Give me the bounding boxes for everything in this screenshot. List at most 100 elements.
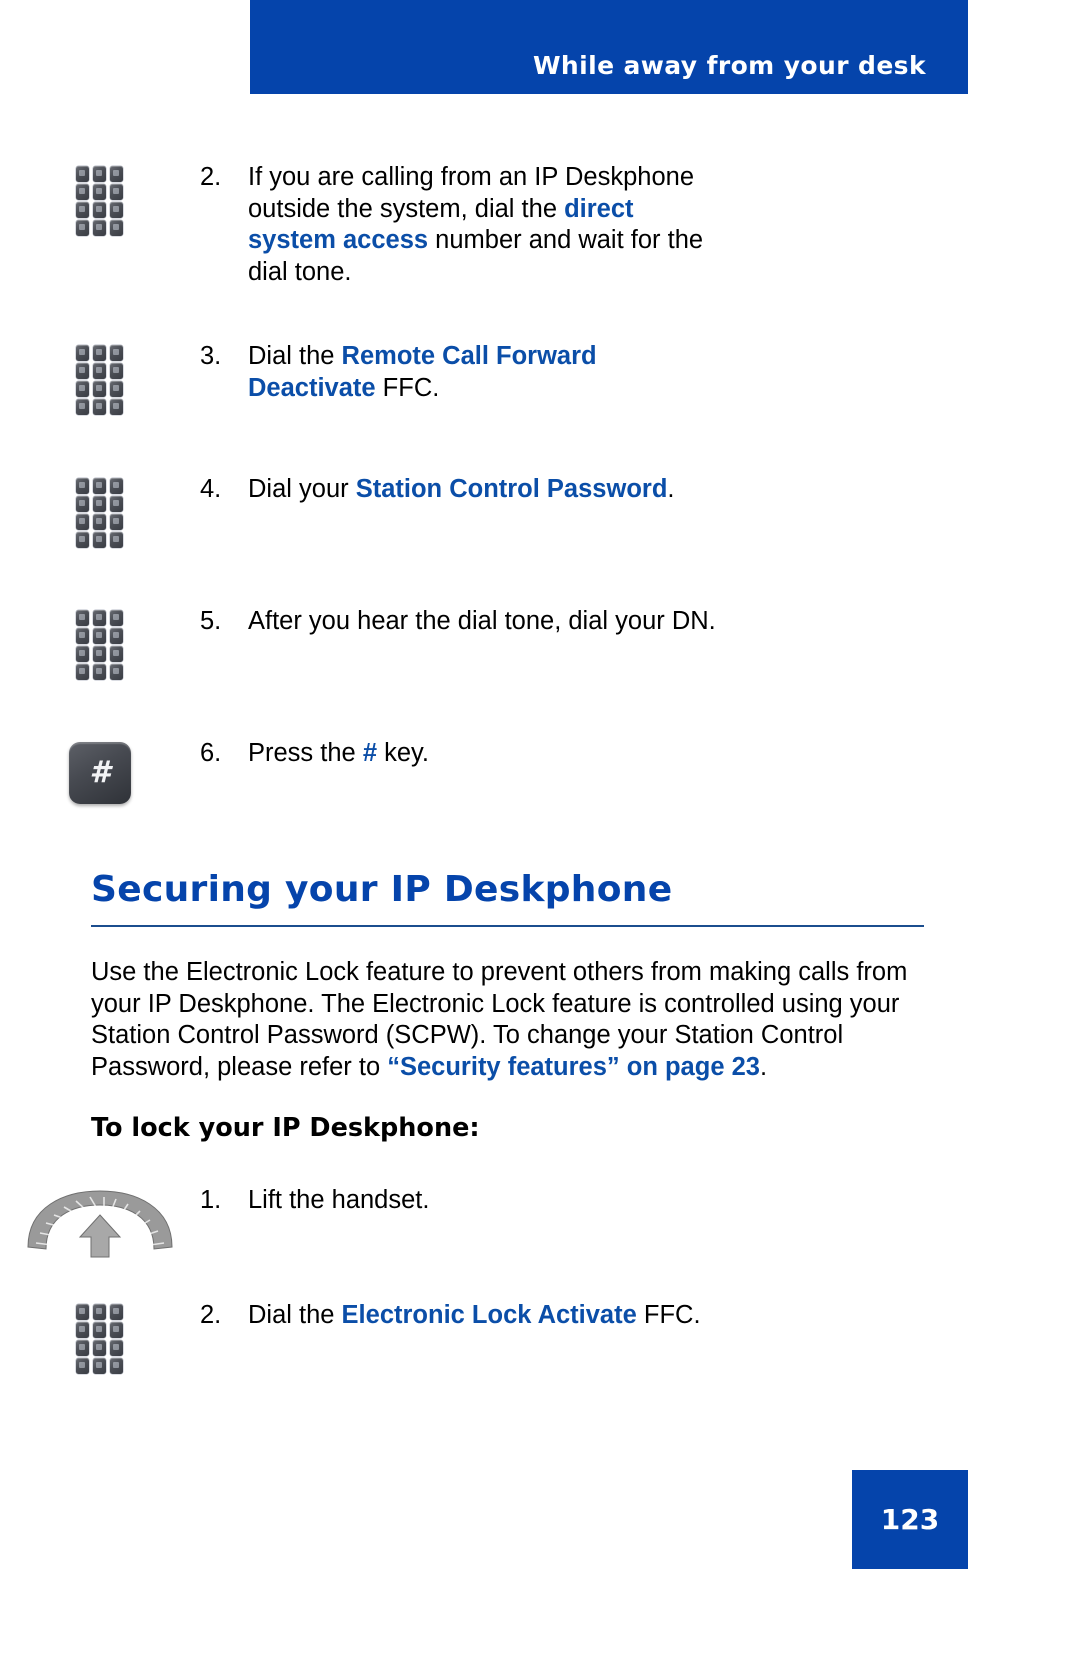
keypad-key xyxy=(92,664,106,680)
step-number: 4. xyxy=(200,475,222,503)
keypad-key xyxy=(92,628,106,644)
section-heading-rule xyxy=(91,925,924,927)
keypad-key xyxy=(109,628,123,644)
page-header-title: While away from your desk xyxy=(532,51,926,80)
step-icon-cell xyxy=(0,1185,200,1259)
keypad-key xyxy=(92,202,106,218)
step-body: Press the # key. xyxy=(248,738,429,770)
step-row: 2. Dial the Electronic Lock Activate FFC… xyxy=(0,1300,701,1374)
step-body: Lift the handset. xyxy=(248,1185,429,1217)
plain-text: Dial your xyxy=(248,475,356,503)
step-number: 5. xyxy=(200,607,222,635)
keypad-key xyxy=(109,610,123,626)
keypad-key xyxy=(109,1322,123,1338)
step-text-cell: 5. After you hear the dial tone, dial yo… xyxy=(200,606,716,638)
keypad-key xyxy=(109,646,123,662)
plain-text: Lift the handset. xyxy=(248,1186,430,1214)
highlighted-term: # xyxy=(362,739,377,767)
step-body: Dial your Station Control Password. xyxy=(248,474,675,506)
keypad-key xyxy=(92,1304,106,1320)
keypad-icon xyxy=(75,610,125,680)
step-icon-cell xyxy=(0,606,200,680)
keypad-key xyxy=(92,496,106,512)
keypad-key xyxy=(109,478,123,494)
keypad-key xyxy=(75,345,89,361)
plain-text: . xyxy=(759,1052,768,1081)
keypad-key xyxy=(109,399,123,415)
keypad-key xyxy=(75,1322,89,1338)
highlighted-term: Station Control Password xyxy=(355,475,668,503)
step-body: After you hear the dial tone, dial your … xyxy=(248,606,716,638)
keypad-key xyxy=(75,1340,89,1356)
step-icon-cell xyxy=(0,1300,200,1374)
section-paragraph: Use the Electronic Lock feature to preve… xyxy=(91,957,929,1083)
keypad-key xyxy=(92,514,106,530)
step-number: 6. xyxy=(200,739,222,767)
keypad-key xyxy=(75,399,89,415)
keypad-key xyxy=(109,1304,123,1320)
highlighted-term: Electronic Lock Activate xyxy=(341,1301,637,1329)
keypad-key xyxy=(109,202,123,218)
hash-key-glyph: # xyxy=(89,755,111,790)
step-row: 3. Dial the Remote Call Forward Deactiva… xyxy=(0,341,723,415)
keypad-key xyxy=(92,363,106,379)
page-header-banner: While away from your desk xyxy=(250,0,968,94)
step-number: 1. xyxy=(200,1186,222,1214)
keypad-key xyxy=(75,1358,89,1374)
section-heading: Securing your IP Deskphone xyxy=(91,868,924,912)
plain-text: Dial the xyxy=(248,1301,342,1329)
hash-key-icon: # xyxy=(69,742,131,804)
handset-icon xyxy=(27,1190,173,1258)
step-icon-cell: # xyxy=(0,738,200,804)
keypad-key xyxy=(92,610,106,626)
keypad-icon xyxy=(75,478,125,548)
keypad-key xyxy=(75,220,89,236)
step-row: # 6. Press the # key. xyxy=(0,738,429,804)
keypad-key xyxy=(92,532,106,548)
keypad-key xyxy=(109,220,123,236)
keypad-key xyxy=(109,363,123,379)
keypad-key xyxy=(109,496,123,512)
keypad-key xyxy=(92,399,106,415)
keypad-key xyxy=(109,166,123,182)
keypad-key xyxy=(92,345,106,361)
keypad-key xyxy=(75,610,89,626)
step-text-cell: 1. Lift the handset. xyxy=(200,1185,429,1217)
keypad-key xyxy=(109,514,123,530)
keypad-key xyxy=(75,514,89,530)
keypad-key xyxy=(75,478,89,494)
keypad-icon xyxy=(75,166,125,236)
keypad-key xyxy=(109,664,123,680)
section-heading-text: Securing your IP Deskphone xyxy=(91,869,673,910)
plain-text: key. xyxy=(377,739,429,767)
step-icon-cell xyxy=(0,162,200,236)
keypad-key xyxy=(92,166,106,182)
step-number: 3. xyxy=(200,342,222,370)
keypad-key xyxy=(75,363,89,379)
keypad-key xyxy=(92,478,106,494)
keypad-key xyxy=(92,381,106,397)
keypad-key xyxy=(109,184,123,200)
keypad-key xyxy=(92,184,106,200)
keypad-key xyxy=(92,1322,106,1338)
keypad-key xyxy=(75,628,89,644)
keypad-key xyxy=(75,166,89,182)
page-number: 123 xyxy=(880,1503,940,1536)
keypad-key xyxy=(75,532,89,548)
plain-text: After you hear the dial tone, dial your … xyxy=(248,607,716,635)
step-text-cell: 2. Dial the Electronic Lock Activate FFC… xyxy=(200,1300,701,1332)
keypad-icon xyxy=(75,1304,125,1374)
keypad-key xyxy=(75,646,89,662)
keypad-key xyxy=(109,1358,123,1374)
plain-text: Press the xyxy=(248,739,363,767)
step-body: If you are calling from an IP Deskphone … xyxy=(248,162,723,288)
keypad-key xyxy=(92,1340,106,1356)
keypad-key xyxy=(92,646,106,662)
step-number: 2. xyxy=(200,1301,222,1329)
step-icon-cell xyxy=(0,341,200,415)
keypad-key xyxy=(75,496,89,512)
keypad-key xyxy=(75,1304,89,1320)
keypad-key xyxy=(92,1358,106,1374)
plain-text: FFC. xyxy=(375,373,440,402)
keypad-key xyxy=(75,184,89,200)
